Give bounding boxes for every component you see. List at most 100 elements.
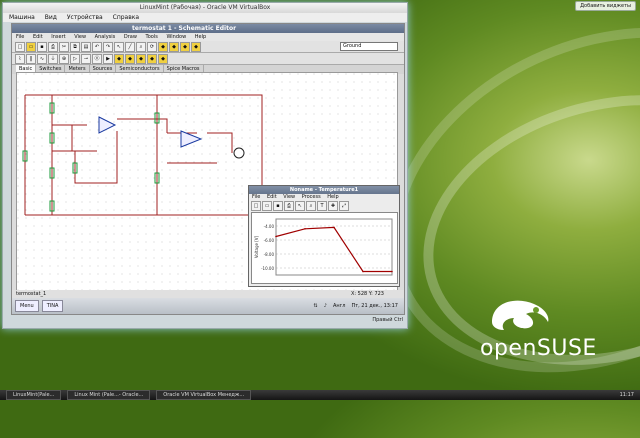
resistor-icon[interactable]: ⌇ [15,53,25,64]
taskbar-app-tina[interactable]: TINA [41,300,64,312]
switch-icon[interactable]: ⊸ [81,53,91,64]
paste-icon[interactable]: ▤ [81,41,91,52]
wire-icon[interactable]: ╱ [125,41,135,52]
open-icon[interactable]: ▭ [26,41,36,52]
redo-icon[interactable]: ↷ [103,41,113,52]
undo-icon[interactable]: ↶ [92,41,102,52]
pointer-icon[interactable]: ↖ [114,41,124,52]
data-point [391,270,393,273]
sheet-tab[interactable]: termostat_1 [16,290,46,298]
host-task-item[interactable]: Oracle VM VirtualBox Менедж... [156,390,252,400]
component-icon[interactable]: ◆ [180,41,190,52]
menu-insert[interactable]: Insert [51,34,65,40]
new-icon[interactable]: □ [15,41,25,52]
add-widgets-button[interactable]: Добавить виджеты [575,1,636,11]
menu-analysis[interactable]: Analysis [95,34,116,40]
host-taskbar: LinuxMint(Pale... Linux Mint (Pale...- O… [0,390,640,400]
component-icon[interactable]: ◆ [125,53,135,64]
host-task-item[interactable]: LinuxMint(Pale... [6,390,62,400]
y-tick-label: -8.00 [264,252,275,257]
series-line [275,226,392,273]
zoom-icon[interactable]: ⌕ [136,41,146,52]
menu-edit[interactable]: Edit [267,194,277,200]
toolbar-components: ⌇ ‖ ∿ ⏚ ⊕ ▷ ⊸ Ⓥ ▶ ◆ ◆ ◆ ◆ ◆ [12,53,404,65]
menu-edit[interactable]: Edit [33,34,43,40]
guest-clock[interactable]: Пт, 21 дек., 13:17 [351,303,398,309]
meter-icon[interactable]: Ⓥ [92,53,102,64]
component-select[interactable]: Ground [340,42,398,51]
y-tick-label: -6.00 [264,238,275,243]
start-menu-button[interactable]: Menu [15,300,39,312]
keyboard-layout[interactable]: Англ [333,303,346,309]
component-icon[interactable]: ◆ [114,53,124,64]
brand-text: openSUSE [480,336,597,361]
menu-devices[interactable]: Устройства [67,14,103,21]
component-icon[interactable]: ◆ [136,53,146,64]
text-icon[interactable]: T [317,200,327,211]
menu-help[interactable]: Help [327,194,338,200]
host-task-item[interactable]: Linux Mint (Pale...- Oracle... [67,390,151,400]
source-icon[interactable]: ⊕ [59,53,69,64]
temperature-chart: -4.00 -6.00 -8.00 -10.00 Voltage [V] [254,218,393,276]
editor-statusbar: termostat_1 X: 528 Y: 723 [12,290,404,298]
component-icon[interactable]: ◆ [158,41,168,52]
temperature-plot: -4.00 -6.00 -8.00 -10.00 Voltage [V] [251,212,398,284]
rotate-icon[interactable]: ⟳ [147,41,157,52]
new-icon[interactable]: □ [251,200,261,211]
menu-file[interactable]: File [252,194,260,200]
print-icon[interactable]: ⎙ [48,41,58,52]
menu-view[interactable]: View [74,34,86,40]
menu-file[interactable]: File [16,34,24,40]
component-icon[interactable]: ◆ [191,41,201,52]
menu-machine[interactable]: Машина [9,14,35,21]
component-icon[interactable]: ◆ [158,53,168,64]
menu-window[interactable]: Window [166,34,186,40]
ground-icon[interactable]: ⏚ [48,53,58,64]
menu-draw[interactable]: Draw [124,34,137,40]
y-axis-label: Voltage [V] [254,235,259,258]
print-icon[interactable]: ⎙ [284,200,294,211]
open-icon[interactable]: ▭ [262,200,272,211]
save-icon[interactable]: ▪ [37,41,47,52]
menu-view[interactable]: View [283,194,295,200]
menu-process[interactable]: Process [302,194,321,200]
temperature-window: Noname - Temperature1 File Edit View Pro… [248,185,400,287]
data-point [362,270,364,273]
menu-help[interactable]: Help [195,34,206,40]
vbox-menubar: Машина Вид Устройства Справка [3,13,407,22]
editor-title: termostat 1 - Schematic Editor [12,24,404,33]
copy-icon[interactable]: ⧉ [70,41,80,52]
network-icon[interactable]: ⇅ [314,303,318,309]
temperature-toolbar: □ ▭ ▪ ⎙ ↖ ⌕ T ✚ ⤢ [249,200,399,211]
inductor-icon[interactable]: ∿ [37,53,47,64]
window-title: LinuxMint (Рабочая) - Oracle VM VirtualB… [3,3,407,13]
opensuse-chameleon-logo [492,300,549,330]
menu-view[interactable]: Вид [45,14,57,21]
data-point [304,228,306,230]
diode-icon[interactable]: ▷ [70,53,80,64]
component-icon[interactable]: ◆ [147,53,157,64]
fit-icon[interactable]: ⤢ [339,200,349,211]
data-point [333,226,335,229]
host-clock[interactable]: 11:17 [620,392,634,398]
menu-help[interactable]: Справка [113,14,139,21]
temperature-window-title: Noname - Temperature1 [249,186,399,194]
opamp-icon[interactable]: ▶ [103,53,113,64]
cut-icon[interactable]: ✂ [59,41,69,52]
y-tick-label: -10.00 [261,266,274,271]
capacitor-icon[interactable]: ‖ [26,53,36,64]
volume-icon[interactable]: ♪ [324,303,327,309]
editor-menubar: File Edit Insert View Analysis Draw Tool… [12,33,404,41]
pointer-icon[interactable]: ↖ [295,200,305,211]
data-point [275,235,277,238]
menu-tools[interactable]: Tools [146,34,158,40]
cursor-coords: X: 528 Y: 723 [350,291,384,297]
zoom-icon[interactable]: ⌕ [306,200,316,211]
component-icon[interactable]: ◆ [169,41,179,52]
host-key-indicator: Правый Ctrl [372,317,403,323]
toolbar-main: □ ▭ ▪ ⎙ ✂ ⧉ ▤ ↶ ↷ ↖ ╱ ⌕ ⟳ ◆ ◆ ◆ ◆ Ground [12,41,404,53]
y-tick-label: -4.00 [264,224,275,229]
cursor-icon[interactable]: ✚ [328,200,338,211]
save-icon[interactable]: ▪ [273,200,283,211]
guest-tray: ⇅ ♪ Англ Пт, 21 дек., 13:17 [314,303,404,309]
